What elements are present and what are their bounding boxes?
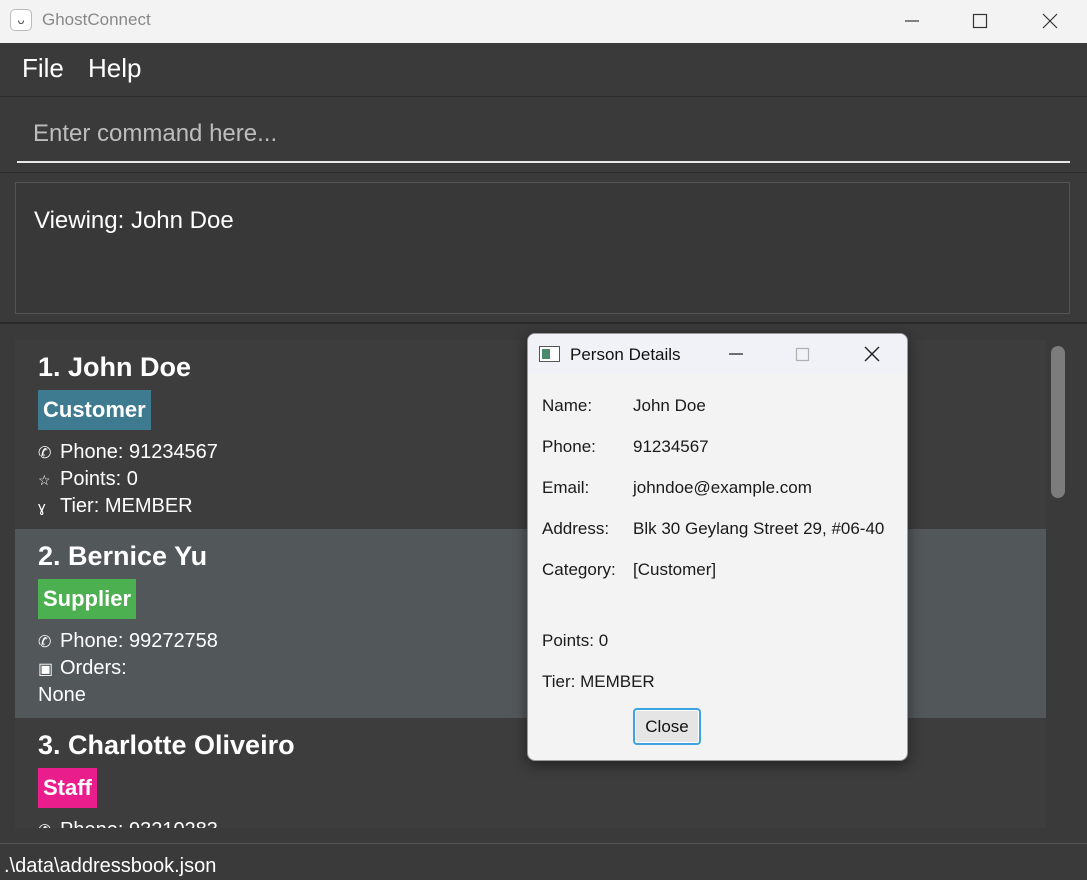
address-label: Address: <box>542 519 610 538</box>
tier-text: Tier: MEMBER <box>60 495 193 517</box>
menu-bar: File Help <box>0 43 1087 97</box>
phone-value: 91234567 <box>633 437 709 456</box>
result-text: Viewing: John Doe <box>34 207 234 234</box>
window-titlebar: ᴗ GhostConnect <box>0 0 1087 43</box>
maximize-button[interactable] <box>948 0 1012 43</box>
maximize-icon <box>795 347 810 362</box>
orders-line: ▣ Orders: <box>38 657 127 680</box>
menu-help[interactable]: Help <box>88 53 141 84</box>
dialog-title: Person Details <box>570 345 681 364</box>
tier-line: ɣ Tier: MEMBER <box>38 495 193 518</box>
close-icon <box>1042 13 1058 29</box>
close-window-button[interactable] <box>1018 0 1082 43</box>
email-label: Email: <box>542 478 590 497</box>
name-value: John Doe <box>633 396 706 415</box>
command-box <box>0 97 1087 173</box>
address-value: Blk 30 Geylang Street 29, #06-40 <box>633 519 885 538</box>
phone-line: ✆ Phone: 91234567 <box>38 441 218 464</box>
phone-text: Phone: 93210283 <box>60 819 218 828</box>
points-text: Points: 0 <box>542 631 609 650</box>
command-input[interactable] <box>17 107 1070 163</box>
menu-file[interactable]: File <box>22 53 64 84</box>
category-badge: Supplier <box>38 579 137 619</box>
medal-icon: ɣ <box>38 499 46 516</box>
orders-value: None <box>38 684 86 706</box>
star-icon: ☆ <box>38 472 51 488</box>
person-name: 2. Bernice Yu <box>38 541 208 571</box>
person-name: 1. John Doe <box>38 352 192 382</box>
scrollbar-thumb[interactable] <box>1051 346 1065 498</box>
gift-icon: ▣ <box>38 661 54 678</box>
status-bar: .\data\addressbook.json <box>0 843 1087 880</box>
points-text: Points: 0 <box>60 468 138 490</box>
email-value: johndoe@example.com <box>633 478 812 497</box>
minimize-icon <box>729 353 743 355</box>
ghost-icon: ᴗ <box>10 9 32 31</box>
points-line: ☆ Points: 0 <box>38 468 138 491</box>
category-badge: Staff <box>38 768 97 808</box>
phone-line: ✆ Phone: 99272758 <box>38 630 218 653</box>
dialog-titlebar: Person Details <box>528 334 907 374</box>
tier-text: Tier: MEMBER <box>542 672 655 691</box>
phone-icon: ✆ <box>38 634 52 651</box>
orders-text: Orders: <box>60 657 127 679</box>
minimize-button[interactable] <box>880 0 944 43</box>
person-name: 3. Charlotte Oliveiro <box>38 730 295 760</box>
close-button[interactable]: Close <box>633 708 701 745</box>
dialog-minimize-button[interactable] <box>712 334 762 374</box>
category-badge: Customer <box>38 390 151 430</box>
phone-text: Phone: 99272758 <box>60 630 218 652</box>
phone-label: Phone: <box>542 437 596 456</box>
file-path: .\data\addressbook.json <box>4 855 217 877</box>
phone-text: Phone: 91234567 <box>60 441 218 463</box>
dialog-close-button[interactable] <box>848 334 898 374</box>
window-icon <box>539 346 560 362</box>
result-box: Viewing: John Doe <box>15 182 1070 314</box>
category-value: [Customer] <box>633 560 717 579</box>
phone-icon: ✆ <box>38 821 60 828</box>
name-label: Name: <box>542 396 593 415</box>
minimize-icon <box>905 20 919 22</box>
category-label: Category: <box>542 560 616 579</box>
close-icon <box>864 346 880 362</box>
result-display: Viewing: John Doe <box>0 174 1087 324</box>
window-title: GhostConnect <box>42 10 151 29</box>
dialog-maximize-button <box>778 334 828 374</box>
phone-line: ✆Phone: 93210283 <box>38 819 218 828</box>
person-details-dialog: Person Details Name: John Doe Phone: 912… <box>527 333 908 761</box>
maximize-icon <box>972 13 988 29</box>
phone-icon: ✆ <box>38 445 52 462</box>
